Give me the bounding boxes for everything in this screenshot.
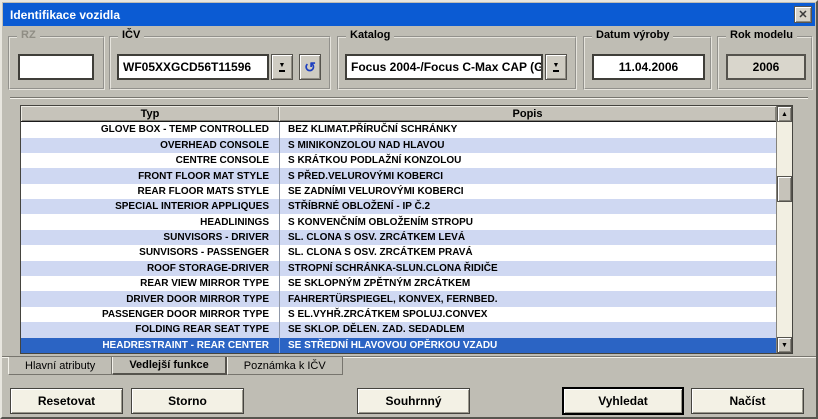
table-row[interactable]: SUNVISORS - PASSENGER SL. CLONA S OSV. Z… — [21, 245, 776, 260]
undo-icon: ↺ — [304, 60, 316, 74]
table-row[interactable]: SUNVISORS - DRIVER SL. CLONA S OSV. ZRCÁ… — [21, 230, 776, 245]
icv-undo-button[interactable]: ↺ — [299, 54, 321, 80]
table-row[interactable]: ROOF STORAGE-DRIVER STROPNÍ SCHRÁNKA-SLU… — [21, 261, 776, 276]
resetovat-button[interactable]: Resetovat — [10, 388, 123, 414]
close-button[interactable]: ✕ — [794, 6, 812, 23]
cell-popis: SL. CLONA S OSV. ZRCÁTKEM PRAVÁ — [279, 245, 776, 260]
title-bar[interactable]: Identifikace vozidla ✕ — [3, 3, 815, 26]
cell-typ: GLOVE BOX - TEMP CONTROLLED — [21, 124, 279, 135]
tab-poznamka-k-icv[interactable]: Poznámka k IČV — [227, 357, 343, 375]
table-row[interactable]: SPECIAL INTERIOR APPLIQUES STŘÍBRNÉ OBLO… — [21, 199, 776, 214]
tab-strip: Hlavní atributy Vedlejší funkce Poznámka… — [2, 356, 816, 376]
rz-group: RZ — [8, 36, 105, 90]
cell-popis: SL. CLONA S OSV. ZRCÁTKEM LEVÁ — [279, 230, 776, 245]
table-row[interactable]: OVERHEAD CONSOLE S MINIKONZOLOU NAD HLAV… — [21, 138, 776, 153]
icv-label: IČV — [118, 29, 144, 41]
cell-popis: SE STŘEDNÍ HLAVOVOU OPĚRKOU VZADU — [279, 338, 776, 353]
katalog-dropdown-button[interactable]: ▼ — [545, 54, 567, 80]
cell-typ: HEADLININGS — [21, 217, 279, 228]
cell-popis: S EL.VYHŘ.ZRCÁTKEM SPOLUJ.CONVEX — [279, 307, 776, 322]
nacist-button[interactable]: Načíst — [691, 388, 804, 414]
datum-vyroby-label: Datum výroby — [592, 29, 673, 41]
rz-input[interactable] — [18, 54, 94, 80]
katalog-select[interactable]: Focus 2004-/Focus C-Max CAP (GC — [345, 54, 543, 80]
table-row[interactable]: GLOVE BOX - TEMP CONTROLLED BEZ KLIMAT.P… — [21, 122, 776, 137]
table-row[interactable]: CENTRE CONSOLE S KRÁTKOU PODLAŽNÍ KONZOL… — [21, 153, 776, 168]
table-row[interactable]: FOLDING REAR SEAT TYPE SE SKLOP. DĚLEN. … — [21, 322, 776, 337]
cell-typ: FRONT FLOOR MAT STYLE — [21, 171, 279, 182]
close-icon: ✕ — [798, 8, 807, 21]
rok-modelu-group: Rok modelu 2006 — [717, 36, 813, 90]
icv-group: IČV WF05XXGCD56T11596 ▼ ↺ — [109, 36, 331, 90]
cell-typ: FOLDING REAR SEAT TYPE — [21, 324, 279, 335]
chevron-down-icon: ▼ — [279, 62, 286, 72]
rz-label: RZ — [17, 29, 40, 41]
cell-typ: SUNVISORS - DRIVER — [21, 232, 279, 243]
cell-typ: REAR FLOOR MATS STYLE — [21, 186, 279, 197]
cell-popis: SE ZADNÍMI VELUROVÝMI KOBERCI — [279, 184, 776, 199]
attributes-table: Typ Popis GLOVE BOX - TEMP CONTROLLED BE… — [20, 105, 793, 354]
separator-line — [10, 97, 808, 99]
katalog-group: Katalog Focus 2004-/Focus C-Max CAP (GC … — [337, 36, 577, 90]
cell-popis: FAHRERTÜRSPIEGEL, KONVEX, FERNBED. — [279, 291, 776, 306]
scroll-up-button[interactable]: ▲ — [777, 106, 792, 122]
table-row[interactable]: DRIVER DOOR MIRROR TYPE FAHRERTÜRSPIEGEL… — [21, 291, 776, 306]
scroll-down-button[interactable]: ▼ — [777, 337, 792, 353]
icv-dropdown-button[interactable]: ▼ — [271, 54, 293, 80]
icv-input[interactable]: WF05XXGCD56T11596 — [117, 54, 269, 80]
cell-typ: SPECIAL INTERIOR APPLIQUES — [21, 201, 279, 212]
cell-typ: OVERHEAD CONSOLE — [21, 140, 279, 151]
rok-modelu-value: 2006 — [726, 54, 806, 80]
storno-button[interactable]: Storno — [131, 388, 244, 414]
cell-popis: SE SKLOPNÝM ZPĚTNÝM ZRCÁTKEM — [279, 276, 776, 291]
table-row[interactable]: FRONT FLOOR MAT STYLE S PŘED.VELUROVÝMI … — [21, 168, 776, 183]
table-row[interactable]: REAR VIEW MIRROR TYPE SE SKLOPNÝM ZPĚTNÝ… — [21, 276, 776, 291]
cell-popis: STROPNÍ SCHRÁNKA-SLUN.CLONA ŘIDIČE — [279, 261, 776, 276]
cell-popis: S PŘED.VELUROVÝMI KOBERCI — [279, 168, 776, 183]
souhrnny-button[interactable]: Souhrnný — [357, 388, 470, 414]
window-title: Identifikace vozidla — [10, 8, 120, 22]
cell-typ: DRIVER DOOR MIRROR TYPE — [21, 294, 279, 305]
table-row[interactable]: HEADLININGS S KONVENČNÍM OBLOŽENÍM STROP… — [21, 214, 776, 229]
cell-typ: REAR VIEW MIRROR TYPE — [21, 278, 279, 289]
cell-popis: S KRÁTKOU PODLAŽNÍ KONZOLOU — [279, 153, 776, 168]
cell-popis: S KONVENČNÍM OBLOŽENÍM STROPU — [279, 214, 776, 229]
cell-typ: PASSENGER DOOR MIRROR TYPE — [21, 309, 279, 320]
tab-vedlejsi-funkce[interactable]: Vedlejší funkce — [112, 357, 226, 375]
rok-modelu-label: Rok modelu — [726, 29, 797, 41]
vehicle-identification-dialog: Identifikace vozidla ✕ RZ IČV WF05XXGCD5… — [0, 0, 818, 419]
cell-typ: CENTRE CONSOLE — [21, 155, 279, 166]
datum-vyroby-group: Datum výroby 11.04.2006 — [583, 36, 712, 90]
table-body: GLOVE BOX - TEMP CONTROLLED BEZ KLIMAT.P… — [21, 122, 776, 353]
arrow-up-icon: ▲ — [781, 111, 788, 118]
cell-typ: HEADRESTRAINT - REAR CENTER — [21, 340, 279, 351]
table-row[interactable]: PASSENGER DOOR MIRROR TYPE S EL.VYHŘ.ZRC… — [21, 307, 776, 322]
tab-hlavni-atributy[interactable]: Hlavní atributy — [8, 357, 112, 375]
table-row[interactable]: HEADRESTRAINT - REAR CENTER SE STŘEDNÍ H… — [21, 338, 776, 353]
table-header: Typ Popis — [21, 106, 776, 122]
vyhledat-button[interactable]: Vyhledat — [562, 387, 684, 415]
cell-popis: S MINIKONZOLOU NAD HLAVOU — [279, 138, 776, 153]
chevron-down-icon: ▼ — [553, 62, 560, 72]
cell-popis: STŘÍBRNÉ OBLOŽENÍ - IP Č.2 — [279, 199, 776, 214]
column-header-typ[interactable]: Typ — [21, 106, 279, 121]
datum-vyroby-input[interactable]: 11.04.2006 — [592, 54, 705, 80]
cell-typ: ROOF STORAGE-DRIVER — [21, 263, 279, 274]
katalog-label: Katalog — [346, 29, 394, 41]
cell-popis: BEZ KLIMAT.PŘÍRUČNÍ SCHRÁNKY — [279, 122, 776, 137]
vertical-scrollbar[interactable]: ▲ ▼ — [776, 106, 792, 353]
arrow-down-icon: ▼ — [781, 342, 788, 349]
cell-popis: SE SKLOP. DĚLEN. ZAD. SEDADLEM — [279, 322, 776, 337]
cell-typ: SUNVISORS - PASSENGER — [21, 247, 279, 258]
table-row[interactable]: REAR FLOOR MATS STYLE SE ZADNÍMI VELUROV… — [21, 184, 776, 199]
scrollbar-thumb[interactable] — [777, 176, 792, 202]
column-header-popis[interactable]: Popis — [279, 106, 776, 121]
